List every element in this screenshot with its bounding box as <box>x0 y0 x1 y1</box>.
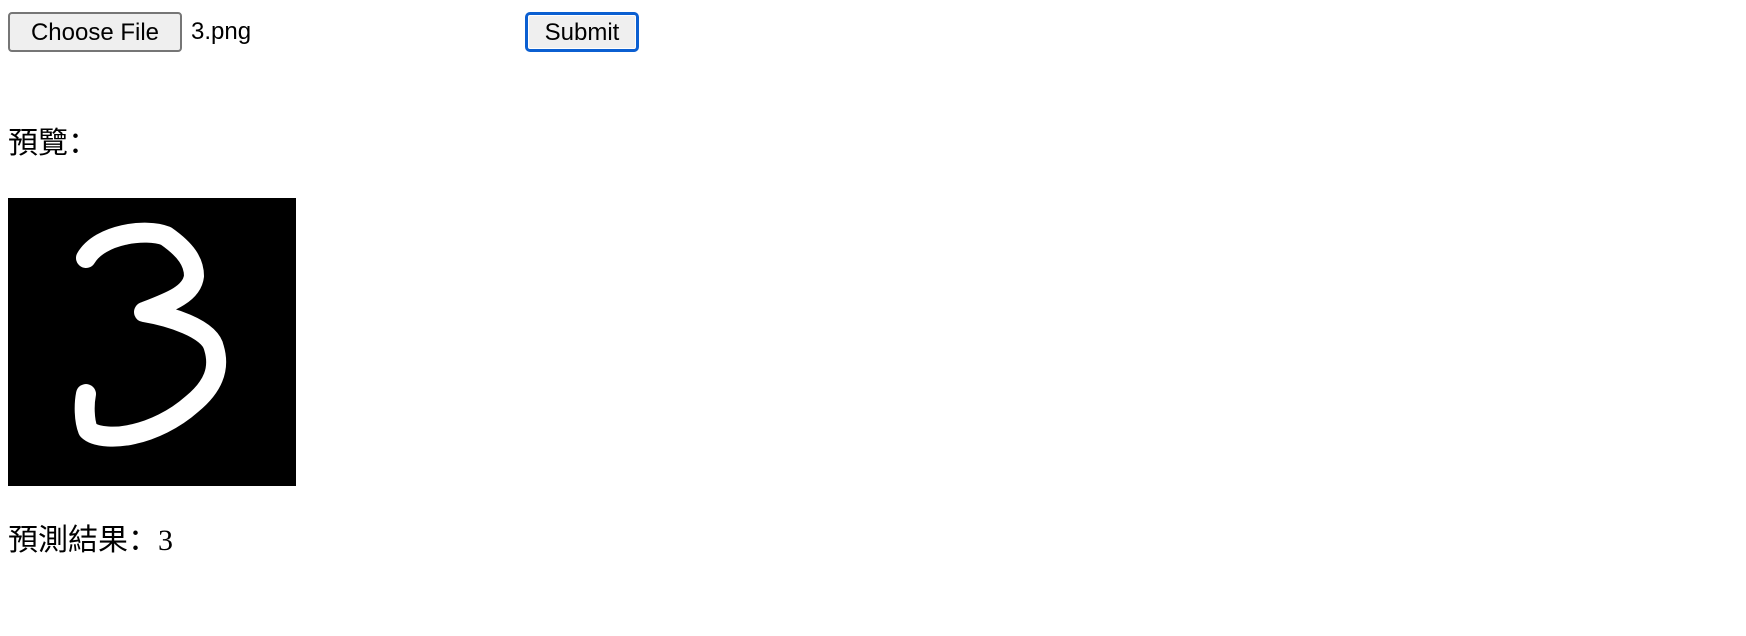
submit-button[interactable]: Submit <box>525 12 639 52</box>
prediction-result-value: 3 <box>158 524 173 557</box>
preview-image <box>8 198 296 486</box>
prediction-result-label: 預測結果： <box>8 524 158 557</box>
upload-form: Choose File 3.png Submit <box>8 12 708 52</box>
handwritten-digit-3-image <box>8 198 296 486</box>
prediction-result: 預測結果：3 <box>8 521 173 561</box>
preview-label: 預覽： <box>8 127 98 160</box>
choose-file-button[interactable]: Choose File <box>8 12 182 52</box>
selected-file-name: 3.png <box>191 18 252 45</box>
